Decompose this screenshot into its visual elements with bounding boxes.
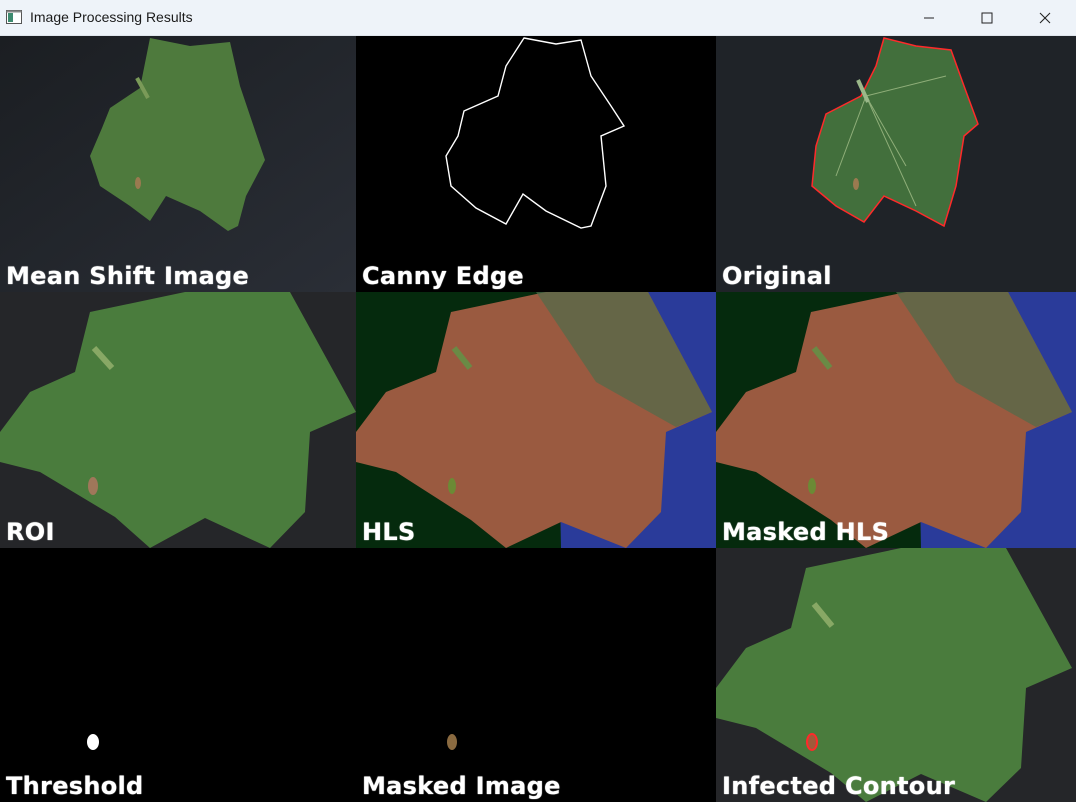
panel-label: Infected Contour — [722, 772, 956, 800]
panel-label: Masked HLS — [722, 518, 890, 546]
hls-image — [356, 292, 716, 548]
mean-shift-image — [0, 36, 356, 292]
maximize-icon — [981, 12, 993, 24]
panel-hls: HLS — [356, 292, 716, 548]
panel-label: Original — [722, 262, 832, 290]
panel-label: Mean Shift Image — [6, 262, 250, 290]
panel-label: Canny Edge — [362, 262, 525, 290]
infected-contour-image — [716, 548, 1076, 802]
minimize-icon — [924, 17, 934, 19]
panel-label: ROI — [6, 518, 55, 546]
masked-hls-image — [716, 292, 1076, 548]
panel-canny-edge: Canny Edge — [356, 36, 716, 292]
threshold-image — [0, 548, 356, 802]
results-grid: Mean Shift Image Canny Edge Original ROI — [0, 36, 1076, 802]
canny-edge-image — [356, 36, 716, 292]
panel-masked-hls: Masked HLS — [716, 292, 1076, 548]
original-image — [716, 36, 1076, 292]
window-title: Image Processing Results — [30, 9, 193, 25]
panel-masked-image: Masked Image — [356, 548, 716, 802]
panel-label: Masked Image — [362, 772, 561, 800]
panel-roi: ROI — [0, 292, 356, 548]
panel-mean-shift: Mean Shift Image — [0, 36, 356, 292]
panel-original: Original — [716, 36, 1076, 292]
close-icon — [1039, 12, 1051, 24]
panel-infected-contour: Infected Contour — [716, 548, 1076, 802]
panel-label: HLS — [362, 518, 416, 546]
roi-image — [0, 292, 356, 548]
maximize-button[interactable] — [958, 0, 1016, 36]
panel-label: Threshold — [6, 772, 144, 800]
panel-threshold: Threshold — [0, 548, 356, 802]
close-button[interactable] — [1016, 0, 1074, 36]
title-bar[interactable]: Image Processing Results — [0, 0, 1076, 36]
minimize-button[interactable] — [900, 0, 958, 36]
masked-image — [356, 548, 716, 802]
app-window-icon — [6, 10, 22, 24]
